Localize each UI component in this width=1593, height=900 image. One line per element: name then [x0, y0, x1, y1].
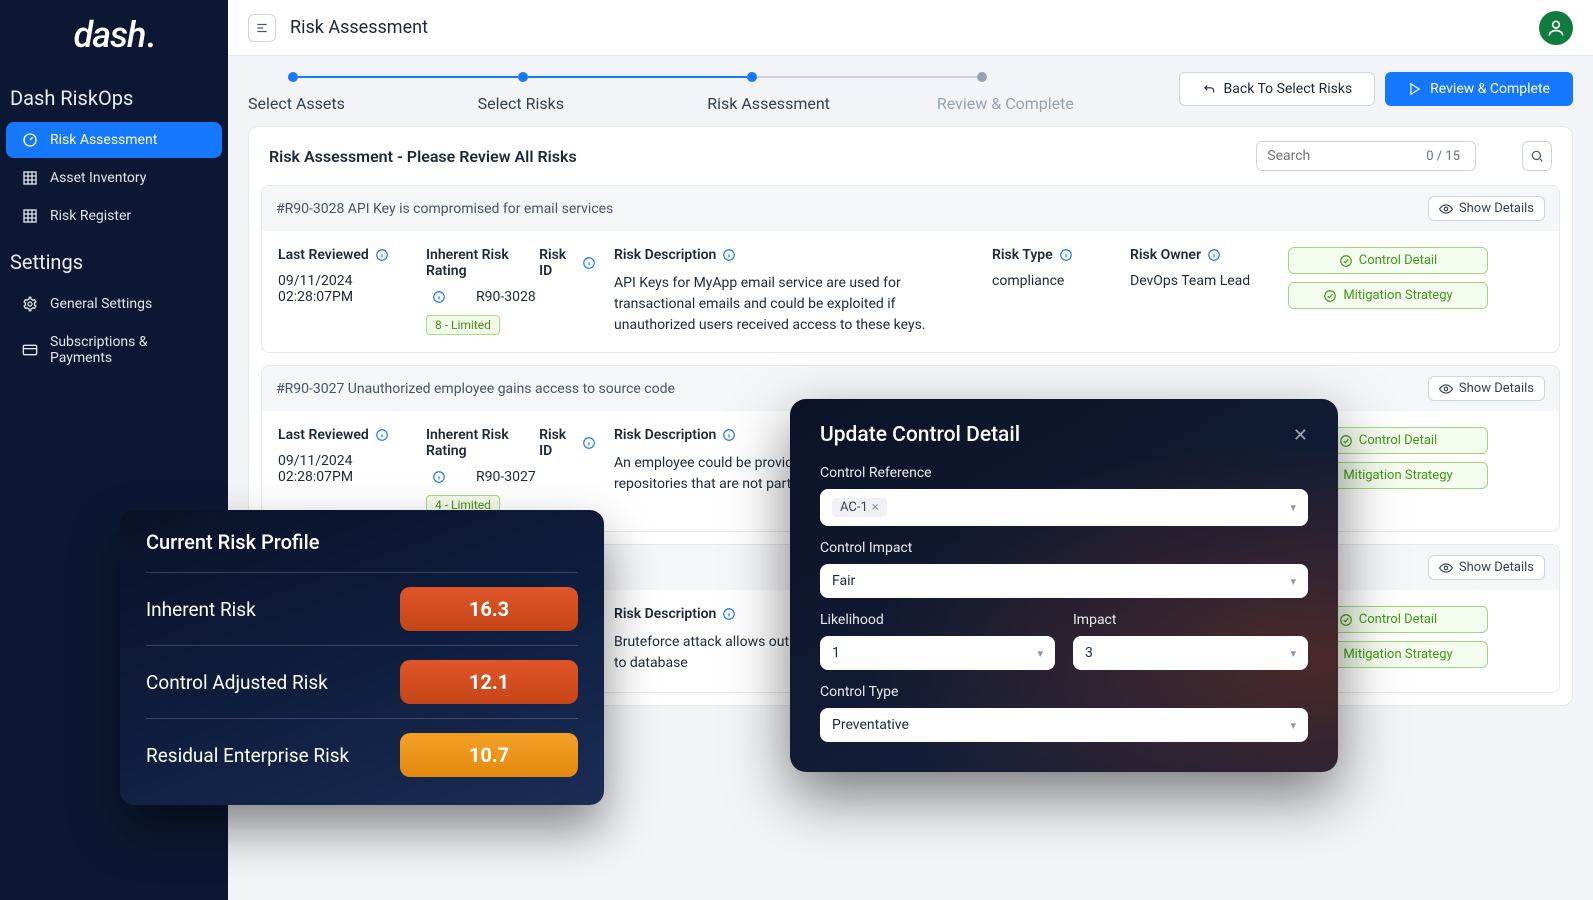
impact-select[interactable]: 3 ▾ — [1073, 636, 1308, 670]
control-impact-select[interactable]: Fair ▾ — [820, 564, 1308, 598]
sidebar-item-asset-inventory[interactable]: Asset Inventory — [6, 160, 222, 196]
likelihood-select[interactable]: 1 ▾ — [820, 636, 1055, 670]
review-complete-button[interactable]: Review & Complete — [1385, 72, 1573, 106]
step-select-assets[interactable]: Select Assets — [248, 72, 478, 113]
search-button[interactable] — [1522, 141, 1552, 171]
risk-description-value: API Keys for MyApp email service are use… — [614, 273, 974, 336]
nav-label: Subscriptions & Payments — [50, 334, 206, 366]
risk-item: #R90-3028 API Key is compromised for ema… — [261, 185, 1560, 353]
close-icon[interactable]: ✕ — [1293, 425, 1308, 446]
risk-owner-value: DevOps Team Lead — [1130, 273, 1270, 289]
app-logo: dash — [0, 10, 228, 72]
last-reviewed-value: 09/11/2024 02:28:07PM — [278, 453, 408, 485]
collapse-sidebar-button[interactable] — [248, 14, 276, 42]
nav-label: General Settings — [50, 296, 152, 312]
control-type-select[interactable]: Preventative ▾ — [820, 708, 1308, 742]
profile-row-score: 16.3 — [400, 587, 578, 631]
grid-icon — [22, 208, 38, 224]
control-reference-select[interactable]: AC-1× ▾ — [820, 489, 1308, 526]
sidebar-section-riskops: Dash RiskOps — [0, 72, 228, 120]
chevron-down-icon: ▾ — [1290, 647, 1296, 660]
user-avatar[interactable] — [1539, 11, 1573, 45]
info-icon — [1059, 248, 1073, 262]
step-review-complete[interactable]: Review & Complete — [937, 72, 1167, 113]
show-details-button[interactable]: Show Details — [1428, 555, 1545, 580]
impact-label: Impact — [1073, 612, 1308, 628]
mitigation-strategy-button[interactable]: Mitigation Strategy — [1288, 282, 1488, 309]
back-button[interactable]: Back To Select Risks — [1179, 72, 1376, 106]
topbar: Risk Assessment — [228, 0, 1593, 56]
rating-pill: 8 - Limited — [426, 315, 500, 335]
profile-row-label: Residual Enterprise Risk — [146, 744, 349, 767]
risk-id-value: R90-3027 — [476, 469, 536, 485]
step-select-risks[interactable]: Select Risks — [478, 72, 708, 113]
info-icon — [375, 428, 389, 442]
card-title: Risk Assessment - Please Review All Risk… — [269, 147, 577, 166]
profile-row-score: 12.1 — [400, 660, 578, 704]
info-icon — [582, 436, 596, 450]
nav-label: Risk Assessment — [50, 132, 157, 148]
likelihood-label: Likelihood — [820, 612, 1055, 628]
risk-type-value: compliance — [992, 273, 1112, 289]
control-detail-button[interactable]: Control Detail — [1288, 247, 1488, 274]
nav-label: Risk Register — [50, 208, 131, 224]
nav-label: Asset Inventory — [50, 170, 146, 186]
grid-icon — [22, 170, 38, 186]
search-count: 0 / 15 — [1426, 149, 1460, 164]
profile-row-label: Control Adjusted Risk — [146, 671, 328, 694]
gear-icon — [22, 296, 38, 312]
info-icon — [722, 248, 736, 262]
risk-id-value: R90-3028 — [476, 289, 536, 305]
modal-title: Update Control Detail — [820, 423, 1020, 447]
remove-tag-icon[interactable]: × — [872, 500, 879, 515]
chevron-down-icon: ▾ — [1037, 647, 1043, 660]
step-risk-assessment[interactable]: Risk Assessment — [707, 72, 937, 113]
update-control-modal: Update Control Detail ✕ Control Referenc… — [790, 399, 1338, 772]
risk-profile-card: Current Risk Profile Inherent Risk 16.3 … — [120, 510, 604, 805]
info-icon — [722, 428, 736, 442]
info-icon — [722, 607, 736, 621]
show-details-button[interactable]: Show Details — [1428, 376, 1545, 401]
gauge-icon — [22, 132, 38, 148]
sidebar-item-risk-assessment[interactable]: Risk Assessment — [6, 122, 222, 158]
last-reviewed-value: 09/11/2024 02:28:07PM — [278, 273, 408, 305]
risk-header: #R90-3028 API Key is compromised for ema… — [276, 201, 613, 217]
sidebar-section-settings: Settings — [0, 236, 228, 284]
chevron-down-icon: ▾ — [1290, 575, 1296, 588]
control-reference-label: Control Reference — [820, 465, 1308, 481]
control-impact-label: Control Impact — [820, 540, 1308, 556]
risk-header: #R90-3027 Unauthorized employee gains ac… — [276, 381, 675, 397]
profile-title: Current Risk Profile — [146, 530, 578, 554]
info-icon — [582, 256, 596, 270]
page-title: Risk Assessment — [290, 17, 428, 38]
tag-chip[interactable]: AC-1× — [832, 498, 887, 517]
profile-row-label: Inherent Risk — [146, 598, 256, 621]
info-icon — [375, 248, 389, 262]
info-icon — [1207, 248, 1221, 262]
wizard-steps-row: Select Assets Select Risks Risk Assessme… — [228, 56, 1593, 113]
control-type-label: Control Type — [820, 684, 1308, 700]
card-icon — [22, 342, 38, 358]
chevron-down-icon: ▾ — [1290, 501, 1296, 514]
sidebar-item-risk-register[interactable]: Risk Register — [6, 198, 222, 234]
show-details-button[interactable]: Show Details — [1428, 196, 1545, 221]
sidebar-item-general-settings[interactable]: General Settings — [6, 286, 222, 322]
wizard-steps: Select Assets Select Risks Risk Assessme… — [248, 66, 1167, 113]
sidebar-item-subscriptions[interactable]: Subscriptions & Payments — [6, 324, 222, 376]
profile-row-score: 10.7 — [400, 733, 578, 777]
chevron-down-icon: ▾ — [1290, 719, 1296, 732]
